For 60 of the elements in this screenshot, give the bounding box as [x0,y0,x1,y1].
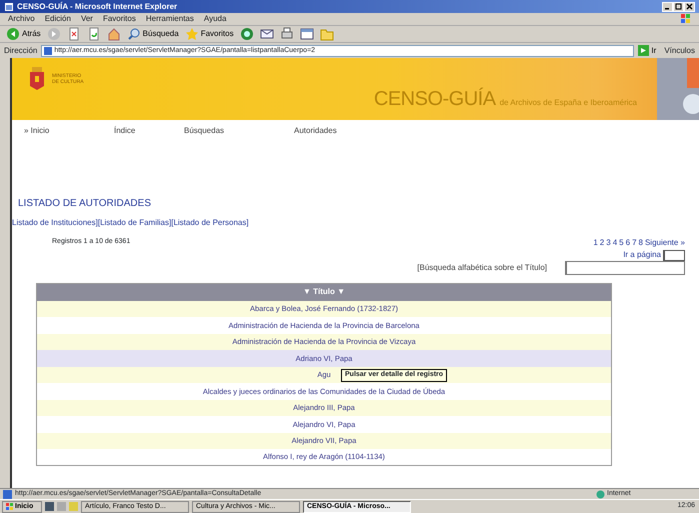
windows-flag-icon [680,13,691,24]
close-button[interactable] [684,2,695,12]
site-title: CENSO-GUÍA [374,86,496,112]
printer-icon [280,27,294,41]
nav-link[interactable]: Autoridades [294,125,384,137]
nav-link[interactable]: » Inicio [24,125,114,137]
links-label[interactable]: Vínculos [664,44,695,56]
page-heading: LISTADO DE AUTORIDADES [18,197,152,211]
address-label: Dirección [4,44,38,56]
page-link[interactable]: 6 [626,237,630,249]
favorites-button[interactable]: Favoritos [184,27,234,41]
page-link[interactable]: 8 [638,237,643,249]
go-arrow-icon [638,45,650,56]
nav-link[interactable]: Índice [114,125,184,137]
window-icon [300,27,314,41]
page-link[interactable]: 1 [593,237,598,249]
page-link[interactable]: 3 [606,237,611,249]
menu-item[interactable]: Favoritos [102,13,136,25]
media-button[interactable] [240,27,254,41]
minimize-button[interactable] [662,2,673,12]
go-to-page-label: Ir a página [623,249,661,261]
list-link[interactable]: [Listado de Familias] [98,217,172,229]
list-link[interactable]: [Listado de Personas] [171,217,249,229]
page-link[interactable]: 7 [632,237,637,249]
page-link[interactable]: 4 [612,237,618,249]
printer-button[interactable] [280,27,294,41]
maximize-button[interactable] [673,2,684,12]
window-title: CENSO-GUÍA - Microsoft Internet Explorer [17,0,178,12]
menu-item[interactable]: Archivo [8,13,35,25]
menu-item[interactable]: Herramientas [146,13,194,25]
nav-link[interactable]: Búsquedas [184,125,294,137]
window-button[interactable] [300,27,314,41]
refresh-icon [86,27,101,41]
go-button[interactable]: Ir [638,44,656,56]
page-number-field[interactable] [663,250,685,260]
page-link[interactable]: 5 [619,237,624,249]
home-icon [106,27,121,41]
menu-item[interactable]: Ver [80,13,93,25]
windows-flag-icon [6,503,13,510]
star-icon [184,27,199,41]
next-link[interactable]: Siguiente » [644,237,685,249]
menu-item[interactable]: Ayuda [204,13,226,25]
forward-icon [46,27,61,41]
mail-button[interactable] [260,27,274,41]
back-button[interactable]: Atrás [6,27,41,41]
site-subtitle: de Archivos de España e Iberoamérica [500,97,637,109]
search-icon [126,27,141,41]
page-link[interactable]: 2 [600,237,604,249]
refresh-button[interactable] [86,27,101,41]
close-icon [686,2,693,10]
list-link[interactable]: Listado de Instituciones] [12,217,98,229]
mail-icon [260,27,274,41]
menu-item[interactable]: Edición [44,13,71,25]
alphabetical-search-label: [Búsqueda alfabética sobre el Título] [417,262,547,274]
maximize-icon [675,2,682,10]
home-button[interactable] [106,27,121,41]
media-icon [240,27,254,41]
back-icon [6,27,20,41]
search-button[interactable]: Búsqueda [126,27,179,41]
alphabetical-search-field[interactable] [565,261,685,275]
